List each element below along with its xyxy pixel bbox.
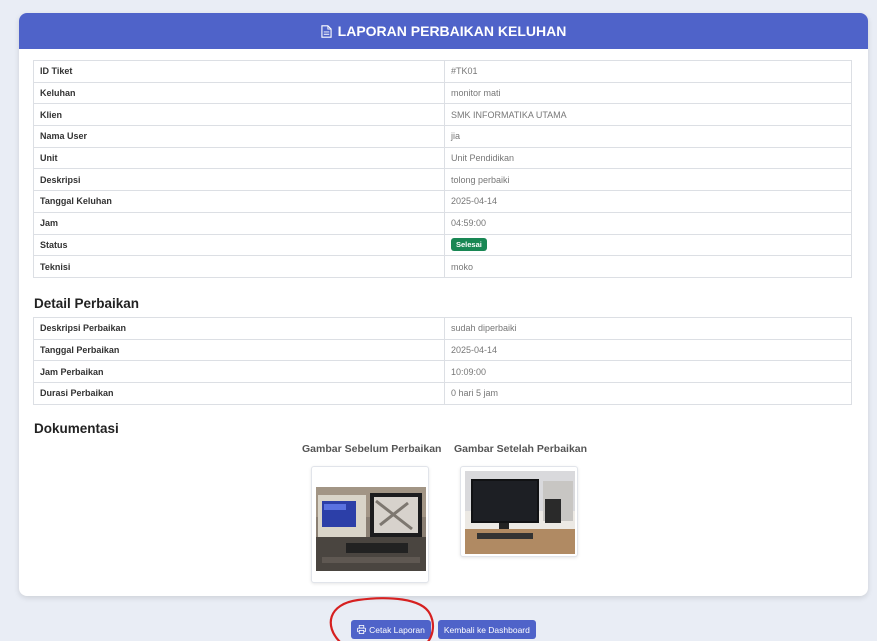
- table-row: Deskripsi Perbaikan sudah diperbaiki: [33, 317, 852, 340]
- row-value: moko: [444, 255, 852, 278]
- after-repair-photo[interactable]: [460, 466, 578, 557]
- row-label: Nama User: [33, 125, 445, 148]
- table-row: Tanggal Perbaikan 2025-04-14: [33, 338, 852, 362]
- row-label: Durasi Perbaikan: [33, 382, 445, 405]
- row-label: ID Tiket: [33, 60, 445, 83]
- row-label: Keluhan: [33, 81, 445, 105]
- back-to-dashboard-button[interactable]: Kembali ke Dashboard: [437, 620, 536, 639]
- table-row: ID Tiket #TK01: [33, 60, 852, 83]
- table-row: Klien SMK INFORMATIKA UTAMA: [33, 103, 852, 127]
- status-badge: Selesai: [451, 238, 487, 252]
- table-row: Jam Perbaikan 10:09:00: [33, 360, 852, 384]
- row-value: jia: [444, 125, 852, 148]
- report-header: LAPORAN PERBAIKAN KELUHAN: [19, 13, 868, 49]
- table-row: Jam 04:59:00: [33, 211, 852, 235]
- row-value: 2025-04-14: [444, 190, 852, 213]
- document-icon: [321, 24, 332, 38]
- table-row: Nama User jia: [33, 125, 852, 148]
- row-label: Jam Perbaikan: [33, 360, 445, 384]
- table-row: Deskripsi tolong perbaiki: [33, 168, 852, 192]
- print-report-label: Cetak Laporan: [369, 624, 425, 635]
- row-value: 2025-04-14: [444, 338, 852, 362]
- before-repair-photo[interactable]: [311, 466, 429, 583]
- detail-section-title: Detail Perbaikan: [34, 296, 140, 311]
- row-value: 10:09:00: [444, 360, 852, 384]
- table-row: Keluhan monitor mati: [33, 81, 852, 105]
- row-label: Teknisi: [33, 255, 445, 278]
- row-label: Deskripsi Perbaikan: [33, 317, 445, 340]
- after-photo-image: [465, 471, 575, 554]
- row-label: Status: [33, 233, 445, 257]
- table-row: Status Selesai: [33, 233, 852, 257]
- row-value: sudah diperbaiki: [444, 317, 852, 340]
- row-value: Selesai: [444, 233, 852, 257]
- printer-icon: [357, 625, 367, 634]
- back-to-dashboard-label: Kembali ke Dashboard: [443, 624, 530, 635]
- row-value: tolong perbaiki: [444, 168, 852, 192]
- action-buttons: Cetak Laporan Kembali ke Dashboard: [0, 620, 877, 639]
- print-report-button[interactable]: Cetak Laporan: [351, 620, 431, 639]
- row-label: Tanggal Perbaikan: [33, 338, 445, 362]
- row-label: Jam: [33, 211, 445, 235]
- before-photo-image: [316, 471, 426, 580]
- table-row: Durasi Perbaikan 0 hari 5 jam: [33, 382, 852, 405]
- repair-detail-table: Deskripsi Perbaikan sudah diperbaiki Tan…: [33, 317, 852, 405]
- table-row: Tanggal Keluhan 2025-04-14: [33, 190, 852, 213]
- report-title: LAPORAN PERBAIKAN KELUHAN: [337, 23, 567, 39]
- before-image-caption: Gambar Sebelum Perbaikan: [302, 443, 442, 455]
- row-value: SMK INFORMATIKA UTAMA: [444, 103, 852, 127]
- after-image-caption: Gambar Setelah Perbaikan: [454, 443, 588, 455]
- ticket-info-table: ID Tiket #TK01 Keluhan monitor mati Klie…: [33, 60, 852, 278]
- row-label: Tanggal Keluhan: [33, 190, 445, 213]
- row-value: 04:59:00: [444, 211, 852, 235]
- table-row: Teknisi moko: [33, 255, 852, 278]
- documentation-section-title: Dokumentasi: [34, 421, 119, 436]
- row-label: Klien: [33, 103, 445, 127]
- row-value: monitor mati: [444, 81, 852, 105]
- row-label: Unit: [33, 146, 445, 170]
- report-card: LAPORAN PERBAIKAN KELUHAN ID Tiket #TK01…: [19, 13, 868, 596]
- row-label: Deskripsi: [33, 168, 445, 192]
- row-value: #TK01: [444, 60, 852, 83]
- table-row: Unit Unit Pendidikan: [33, 146, 852, 170]
- row-value: 0 hari 5 jam: [444, 382, 852, 405]
- row-value: Unit Pendidikan: [444, 146, 852, 170]
